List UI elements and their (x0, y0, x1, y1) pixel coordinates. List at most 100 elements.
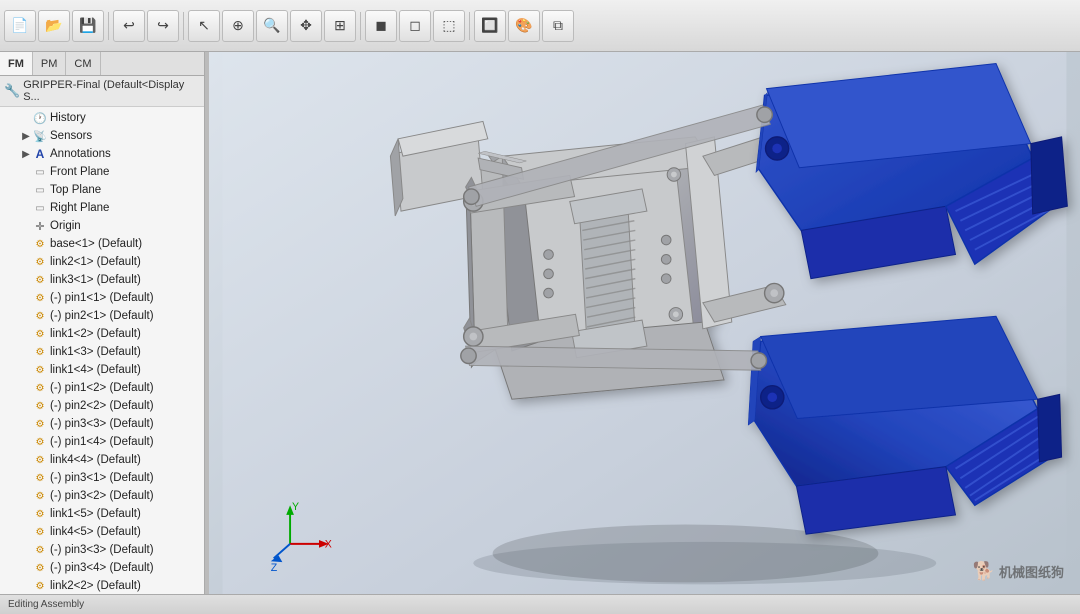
tree-label: History (50, 112, 86, 124)
arrow: ▶ (20, 148, 32, 160)
tree-label: (-) pin3<1> (Default) (50, 472, 154, 484)
component-icon: ⚙ (32, 524, 48, 540)
panel-tabs: FM PM CM (0, 52, 204, 76)
zoom-button[interactable]: 🔍 (256, 10, 288, 42)
arrow (20, 364, 32, 376)
arrow (20, 454, 32, 466)
component-icon: ⚙ (32, 236, 48, 252)
tree-item-front-plane[interactable]: ▭ Front Plane (0, 163, 204, 181)
tree-item-sensors[interactable]: ▶ 📡 Sensors (0, 127, 204, 145)
tree-label: (-) pin2<2> (Default) (50, 400, 154, 412)
tab-property-manager[interactable]: PM (33, 52, 67, 75)
tree-item-link12[interactable]: ⚙ link1<2> (Default) (0, 325, 204, 343)
select-button[interactable]: ↖ (188, 10, 220, 42)
pan-button[interactable]: ✥ (290, 10, 322, 42)
save-button[interactable]: 💾 (72, 10, 104, 42)
tree-label: link3<1> (Default) (50, 274, 141, 286)
tree-item-pin33[interactable]: ⚙ (-) pin3<3> (Default) (0, 415, 204, 433)
tree-item-pin3-2[interactable]: ⚙ (-) pin3<2> (Default) (0, 487, 204, 505)
toolbar-group-view: ↖ ⊕ 🔍 ✥ ⊞ (188, 10, 356, 42)
component-icon: ⚙ (32, 560, 48, 576)
component-icon: ⚙ (32, 290, 48, 306)
tree-label: Right Plane (50, 202, 109, 214)
tree-item-link31[interactable]: ⚙ link3<1> (Default) (0, 271, 204, 289)
status-text: Editing Assembly (8, 599, 84, 610)
tree-label: (-) pin1<2> (Default) (50, 382, 154, 394)
toolbar-group-edit: ↩ ↪ (113, 10, 179, 42)
part-icon: 🔧 (4, 83, 20, 99)
rotate-button[interactable]: ⊕ (222, 10, 254, 42)
undo-button[interactable]: ↩ (113, 10, 145, 42)
tree-label: link1<4> (Default) (50, 364, 141, 376)
new-button[interactable]: 📄 (4, 10, 36, 42)
tree-item-right-plane[interactable]: ▭ Right Plane (0, 199, 204, 217)
arrow (20, 202, 32, 214)
tree-item-pin3-3[interactable]: ⚙ (-) pin3<3> (Default) (0, 541, 204, 559)
tree-label: link4<5> (Default) (50, 526, 141, 538)
fit-button[interactable]: ⊞ (324, 10, 356, 42)
viewport[interactable]: Y X Z 🐕 机械图纸狗 (209, 52, 1080, 594)
status-bar: Editing Assembly (0, 594, 1080, 614)
plane-icon: ▭ (32, 164, 48, 180)
tree-item-link14[interactable]: ⚙ link1<4> (Default) (0, 361, 204, 379)
part-name-header[interactable]: 🔧 GRIPPER-Final (Default<Display S... (0, 76, 204, 107)
svg-text:Z: Z (271, 562, 278, 574)
watermark-icon: 🐕 (973, 561, 995, 582)
tree-item-pin3-4[interactable]: ⚙ (-) pin3<4> (Default) (0, 559, 204, 577)
tree-item-link22[interactable]: ⚙ link2<2> (Default) (0, 577, 204, 594)
component-icon: ⚙ (32, 308, 48, 324)
component-icon: ⚙ (32, 452, 48, 468)
arrow (20, 274, 32, 286)
tree-label: (-) pin3<2> (Default) (50, 490, 154, 502)
hidden-button[interactable]: ⬚ (433, 10, 465, 42)
tree-item-link13[interactable]: ⚙ link1<3> (Default) (0, 343, 204, 361)
svg-text:Y: Y (292, 501, 299, 513)
arrow (20, 256, 32, 268)
tree-item-pin21[interactable]: ⚙ (-) pin2<1> (Default) (0, 307, 204, 325)
tree-item-top-plane[interactable]: ▭ Top Plane (0, 181, 204, 199)
tree-item-annotations[interactable]: ▶ A Annotations (0, 145, 204, 163)
section-view-button[interactable]: ⧉ (542, 10, 574, 42)
tree-item-pin14[interactable]: ⚙ (-) pin1<4> (Default) (0, 433, 204, 451)
redo-button[interactable]: ↪ (147, 10, 179, 42)
arrow (20, 526, 32, 538)
tree-label: (-) pin1<4> (Default) (50, 436, 154, 448)
separator-1 (108, 12, 109, 40)
component-icon: ⚙ (32, 344, 48, 360)
arrow (20, 166, 32, 178)
arrow (20, 508, 32, 520)
tree-item-history[interactable]: 🕐 History (0, 109, 204, 127)
toolbar-group-display: ◼ ◻ ⬚ (365, 10, 465, 42)
display-manager-button[interactable]: 🎨 (508, 10, 540, 42)
tree-item-pin12[interactable]: ⚙ (-) pin1<2> (Default) (0, 379, 204, 397)
arrow (20, 328, 32, 340)
tree-item-link15[interactable]: ⚙ link1<5> (Default) (0, 505, 204, 523)
arrow (20, 310, 32, 322)
watermark-text: 机械图纸狗 (999, 562, 1064, 581)
tab-config-manager[interactable]: CM (66, 52, 100, 75)
tree-label: (-) pin3<3> (Default) (50, 544, 154, 556)
tree-label: link1<2> (Default) (50, 328, 141, 340)
component-icon: ⚙ (32, 362, 48, 378)
tree-item-link44[interactable]: ⚙ link4<4> (Default) (0, 451, 204, 469)
view-orient-button[interactable]: 🔲 (474, 10, 506, 42)
tree-item-link45[interactable]: ⚙ link4<5> (Default) (0, 523, 204, 541)
tab-feature-manager[interactable]: FM (0, 52, 33, 75)
separator-3 (360, 12, 361, 40)
open-button[interactable]: 📂 (38, 10, 70, 42)
component-icon: ⚙ (32, 488, 48, 504)
arrow (20, 346, 32, 358)
tree-item-pin3-1[interactable]: ⚙ (-) pin3<1> (Default) (0, 469, 204, 487)
arrow (20, 220, 32, 232)
tree-item-base1[interactable]: ⚙ base<1> (Default) (0, 235, 204, 253)
wireframe-button[interactable]: ◻ (399, 10, 431, 42)
sensors-icon: 📡 (32, 128, 48, 144)
shaded-button[interactable]: ◼ (365, 10, 397, 42)
tree-item-pin22[interactable]: ⚙ (-) pin2<2> (Default) (0, 397, 204, 415)
arrow: ▶ (20, 130, 32, 142)
tree-item-origin[interactable]: ✛ Origin (0, 217, 204, 235)
component-icon: ⚙ (32, 506, 48, 522)
tree-item-pin11[interactable]: ⚙ (-) pin1<1> (Default) (0, 289, 204, 307)
feature-tree[interactable]: 🕐 History ▶ 📡 Sensors ▶ A Annotations (0, 107, 204, 594)
tree-item-link21[interactable]: ⚙ link2<1> (Default) (0, 253, 204, 271)
